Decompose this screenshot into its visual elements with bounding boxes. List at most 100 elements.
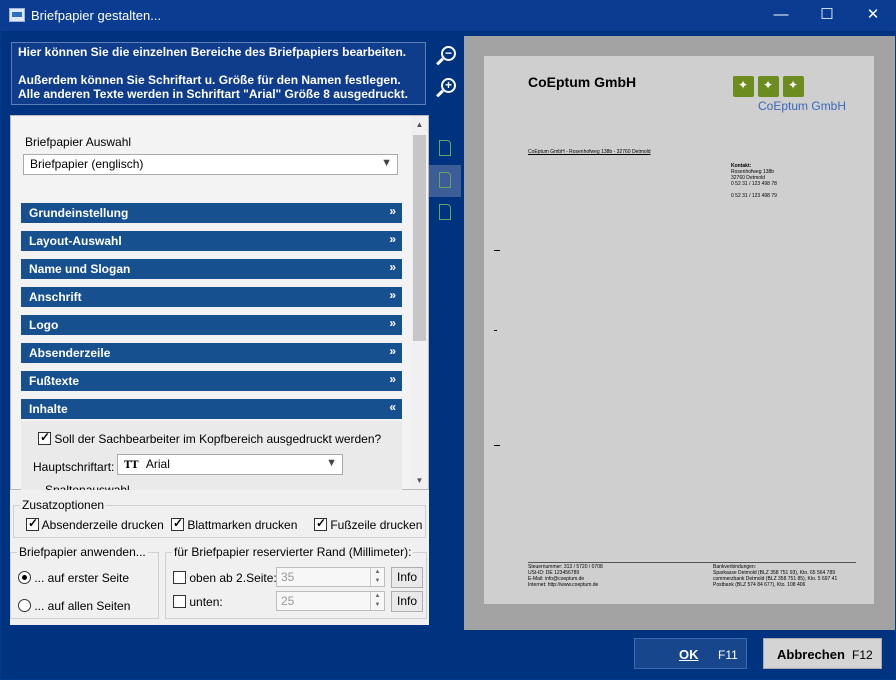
preview-contact: Kontakt: Rosenhofweg 138b 32760 Detmold … <box>731 163 777 199</box>
margin-legend: für Briefpapier reservierter Rand (Milli… <box>172 545 414 559</box>
punch-mark <box>494 330 497 331</box>
ok-label: OK <box>679 647 699 662</box>
page-last-button[interactable] <box>429 197 461 229</box>
font-select-value: Arial <box>145 457 170 471</box>
selection-label: Briefpapier Auswahl <box>25 135 132 149</box>
section-header[interactable]: Anschrift» <box>21 287 402 307</box>
logo-icon <box>758 76 779 97</box>
cancel-button[interactable]: Abbrechen F12 <box>763 638 882 669</box>
info-box: Hier können Sie die einzelnen Bereiche d… <box>11 42 426 105</box>
checkbox[interactable] <box>173 571 186 584</box>
logo-icon <box>733 76 754 97</box>
spinner-icon[interactable]: ▲ ▼ <box>370 592 384 610</box>
expand-icon: » <box>389 344 396 358</box>
sender-line-option[interactable]: Absenderzeile drucken <box>26 516 164 532</box>
font-select[interactable]: TT Arial ▼ <box>117 454 343 475</box>
preview-page: CoEptum GmbH CoEptum GmbH CoEptum GmbH -… <box>484 56 874 604</box>
expand-icon: » <box>389 260 396 274</box>
scroll-up-icon[interactable]: ▲ <box>411 116 428 133</box>
preview-footer-right: Bankverbindungen: Sparkasse Detmold (BLZ… <box>713 564 838 588</box>
expand-icon: » <box>389 232 396 246</box>
scroll-thumb[interactable] <box>413 135 426 341</box>
section-header[interactable]: Absenderzeile» <box>21 343 402 363</box>
maximize-button[interactable]: ☐ <box>804 0 850 31</box>
page-following-button[interactable] <box>429 165 461 197</box>
checkbox[interactable] <box>314 516 327 531</box>
checkbox[interactable] <box>26 516 39 531</box>
page-icon <box>439 204 451 220</box>
section-header[interactable]: Name und Slogan» <box>21 259 402 279</box>
preview-footer-left: Steuernummer: 313 / 5720 / 0708 USt-ID: … <box>528 564 603 588</box>
close-button[interactable]: ✕ <box>850 0 896 31</box>
cancel-label: Abbrechen <box>777 647 845 662</box>
expand-icon: » <box>389 372 396 386</box>
ok-button[interactable]: OK F11 <box>634 638 747 669</box>
zoom-out-button[interactable]: − <box>435 46 459 70</box>
section-header[interactable]: Fußtexte» <box>21 371 402 391</box>
zusatz-group: Zusatzoptionen Absenderzeile drucken Bla… <box>13 498 426 538</box>
expand-icon: » <box>389 288 396 302</box>
section-header-inhalte[interactable]: Inhalte « <box>21 399 402 419</box>
scroll-down-icon[interactable]: ▼ <box>411 472 428 489</box>
info-line-2: Außerdem können Sie Schriftart u. Größe … <box>18 73 401 87</box>
zoom-in-button[interactable]: + <box>435 78 459 102</box>
zusatz-legend: Zusatzoptionen <box>20 498 107 512</box>
footer-option[interactable]: Fußzeile drucken <box>314 516 422 532</box>
letterhead-preview: CoEptum GmbH CoEptum GmbH CoEptum GmbH -… <box>464 36 895 630</box>
margin-group: für Briefpapier reservierter Rand (Milli… <box>165 545 427 619</box>
chevron-down-icon: ▼ <box>326 457 337 469</box>
checkbox[interactable] <box>171 516 184 531</box>
apply-legend: Briefpapier anwenden... <box>17 545 148 559</box>
dialog-window: Briefpapier gestalten... — ☐ ✕ Hier könn… <box>0 0 896 680</box>
fold-mark <box>494 250 500 251</box>
margin-top-input[interactable]: 35 ▲ ▼ <box>276 567 385 587</box>
section-header[interactable]: Grundeinstellung» <box>21 203 402 223</box>
section-header[interactable]: Layout-Auswahl» <box>21 231 402 251</box>
options-area: Zusatzoptionen Absenderzeile drucken Bla… <box>10 490 429 625</box>
preview-sender-line: CoEptum GmbH - Rosenhofweg 138b - 32760 … <box>528 149 651 155</box>
apply-all-pages-option[interactable]: ... auf allen Seiten <box>18 599 130 613</box>
expand-icon: » <box>389 316 396 330</box>
dialog-client: Hier können Sie die einzelnen Bereiche d… <box>1 31 895 679</box>
checkbox[interactable] <box>173 595 186 608</box>
clerk-checkbox-row[interactable]: Soll der Sachbearbeiter im Kopfbereich a… <box>38 430 382 446</box>
info-line-1: Hier können Sie die einzelnen Bereiche d… <box>18 45 407 59</box>
settings-scrollbar[interactable]: ▲ ▼ <box>411 116 428 489</box>
page-first-button[interactable] <box>429 133 461 165</box>
settings-pane: Briefpapier Auswahl Briefpapier (englisc… <box>10 115 429 491</box>
letterhead-select-value: Briefpapier (englisch) <box>30 157 144 171</box>
page-icon <box>439 140 451 156</box>
radio[interactable] <box>18 599 31 612</box>
apply-group: Briefpapier anwenden... ... auf erster S… <box>10 545 159 619</box>
margin-bottom-option[interactable]: unten: <box>173 595 223 609</box>
window-title: Briefpapier gestalten... <box>31 8 162 23</box>
chevron-down-icon: ▼ <box>381 157 392 169</box>
clerk-checkbox-label: Soll der Sachbearbeiter im Kopfbereich a… <box>54 432 382 446</box>
page-icon <box>439 172 451 188</box>
radio[interactable] <box>18 571 31 584</box>
margin-top-info-button[interactable]: Info <box>391 567 423 588</box>
app-icon <box>9 8 25 22</box>
logo-icon <box>783 76 804 97</box>
ok-shortcut: F11 <box>718 648 738 662</box>
marks-option[interactable]: Blattmarken drucken <box>171 516 297 532</box>
cancel-shortcut: F12 <box>852 648 873 662</box>
preview-logo-text: CoEptum GmbH <box>758 99 847 113</box>
section-header[interactable]: Logo» <box>21 315 402 335</box>
margin-bottom-info-button[interactable]: Info <box>391 591 423 612</box>
info-line-3: Alle anderen Texte werden in Schriftart … <box>18 87 408 101</box>
font-label: Hauptschriftart: <box>33 460 115 474</box>
margin-top-option[interactable]: oben ab 2.Seite: <box>173 571 277 585</box>
footer-rule <box>528 562 856 563</box>
letterhead-select[interactable]: Briefpapier (englisch) ▼ <box>23 154 398 175</box>
title-bar: Briefpapier gestalten... — ☐ ✕ <box>0 0 896 31</box>
clerk-checkbox[interactable] <box>38 430 51 445</box>
spinner-icon[interactable]: ▲ ▼ <box>370 568 384 586</box>
font-type-icon: TT <box>124 460 139 471</box>
apply-first-page-option[interactable]: ... auf erster Seite <box>18 571 129 585</box>
expand-icon: » <box>389 204 396 218</box>
margin-bottom-input[interactable]: 25 ▲ ▼ <box>276 591 385 611</box>
minimize-button[interactable]: — <box>758 0 804 31</box>
fold-mark <box>494 445 500 446</box>
preview-company-name: CoEptum GmbH <box>528 74 637 90</box>
